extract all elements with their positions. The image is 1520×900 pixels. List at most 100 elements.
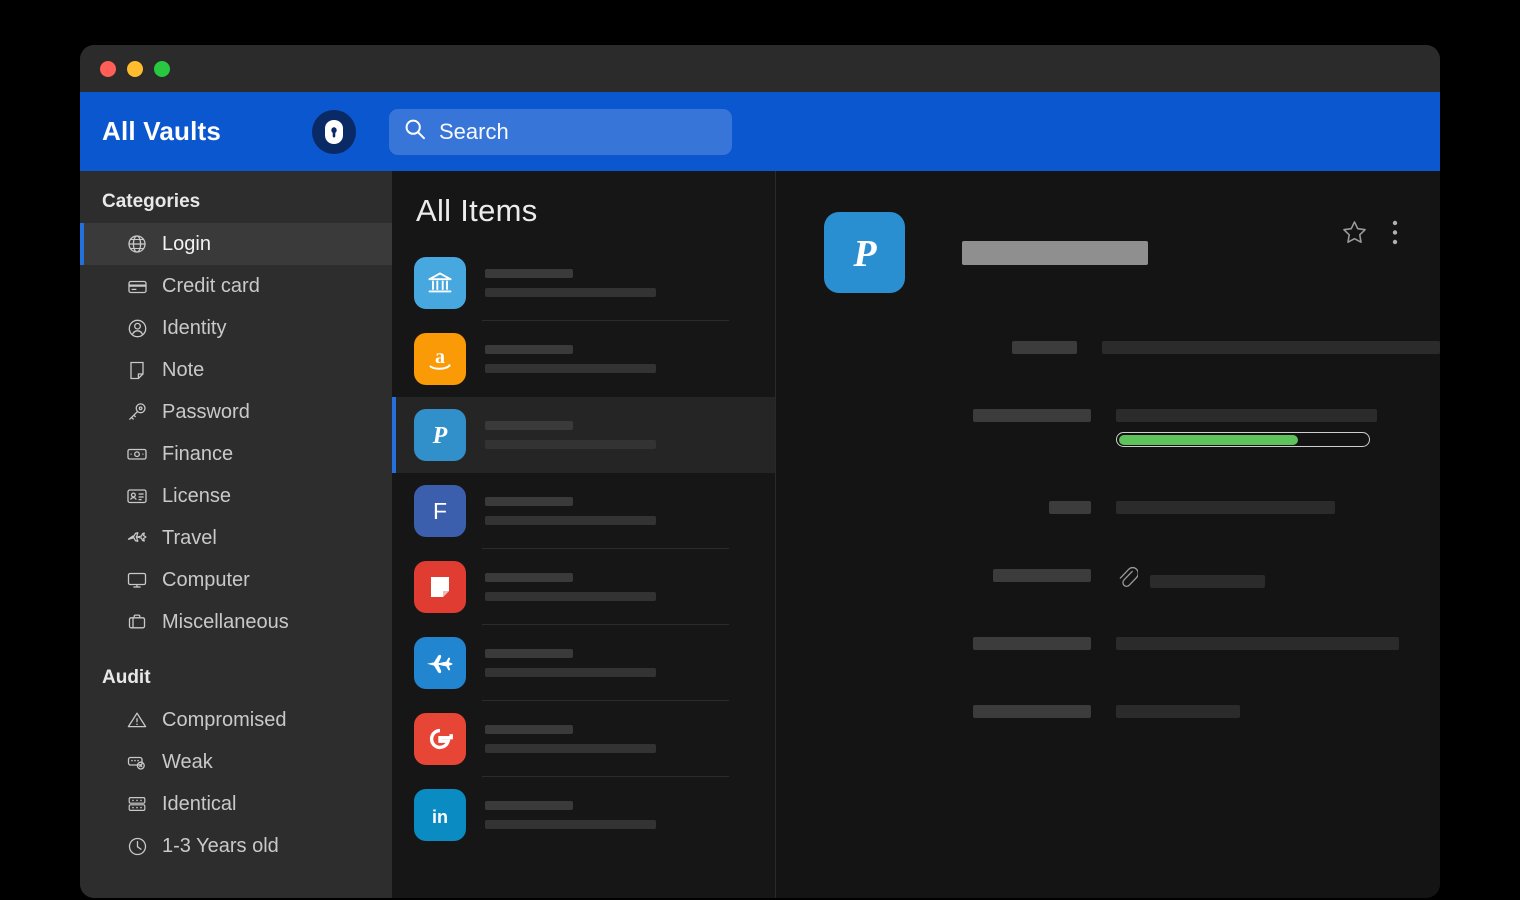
list-item[interactable]: a xyxy=(392,321,775,397)
svg-text:F: F xyxy=(433,498,447,524)
sidebar-item-label: Login xyxy=(162,232,211,255)
more-vertical-icon[interactable] xyxy=(1392,219,1398,246)
list-item[interactable]: P xyxy=(392,397,775,473)
sidebar-item-label: Finance xyxy=(162,442,234,465)
screen-root: All Vaults Search Categories Login Credi… xyxy=(0,0,1520,900)
note-icon xyxy=(126,359,148,381)
svg-text:in: in xyxy=(432,807,448,827)
sidebar-item-travel[interactable]: Travel xyxy=(80,517,392,559)
redacted-text xyxy=(485,421,656,449)
field-label-wrap xyxy=(796,563,1116,582)
sidebar-item-label: Weak xyxy=(162,750,213,773)
list-item[interactable] xyxy=(392,245,775,321)
search-icon xyxy=(404,118,426,145)
field-value-redacted xyxy=(1150,575,1265,588)
app-window: All Vaults Search Categories Login Credi… xyxy=(80,45,1440,898)
app-toolbar: All Vaults Search xyxy=(80,92,1440,171)
amazon-icon: a xyxy=(414,333,466,385)
list-item[interactable] xyxy=(392,625,775,701)
person-circle-icon xyxy=(126,317,148,339)
sidebar-item-label: Credit card xyxy=(162,274,260,297)
sidebar-item-identity[interactable]: Identity xyxy=(80,307,392,349)
detail-field-row[interactable] xyxy=(796,403,1440,495)
window-titlebar xyxy=(80,45,1440,92)
warning-triangle-icon xyxy=(126,709,148,731)
paperclip-icon[interactable] xyxy=(1116,565,1139,594)
google-icon xyxy=(414,713,466,765)
redacted-text xyxy=(485,269,656,297)
field-value-redacted xyxy=(1116,637,1399,650)
field-label-wrap xyxy=(796,403,1116,422)
sidebar-item-label: Identical xyxy=(162,792,237,815)
sidebar-item-weak[interactable]: Weak xyxy=(80,741,392,783)
banknote-icon xyxy=(126,443,148,465)
field-label-redacted xyxy=(1049,501,1091,514)
close-button[interactable] xyxy=(100,60,116,77)
minimize-button[interactable] xyxy=(127,60,143,77)
field-label-wrap xyxy=(796,495,1116,514)
detail-field-row[interactable] xyxy=(796,631,1440,699)
item-list-title: All Items xyxy=(416,193,538,228)
sidebar-item-finance[interactable]: Finance xyxy=(80,433,392,475)
note-app-icon xyxy=(414,561,466,613)
sidebar-item-note[interactable]: Note xyxy=(80,349,392,391)
field-value-wrap xyxy=(1116,699,1240,718)
field-value-redacted xyxy=(1116,705,1240,718)
list-item[interactable]: F xyxy=(392,473,775,549)
svg-text:P: P xyxy=(852,233,877,275)
sidebar-item-label: Identity xyxy=(162,316,227,339)
clock-icon xyxy=(126,835,148,857)
sidebar-item-login[interactable]: Login xyxy=(80,223,392,265)
list-item[interactable] xyxy=(392,701,775,777)
sidebar-item-password[interactable]: Password xyxy=(80,391,392,433)
paypal-icon: P xyxy=(414,409,466,461)
detail-field-row[interactable] xyxy=(796,699,1440,767)
item-detail-panel: P xyxy=(776,171,1440,898)
sidebar: Categories Login Credit card Identity No… xyxy=(80,171,392,898)
field-value-wrap xyxy=(1116,631,1399,650)
app-body: Categories Login Credit card Identity No… xyxy=(80,171,1440,898)
detail-fields xyxy=(776,335,1440,767)
redacted-text xyxy=(485,725,656,753)
redacted-text xyxy=(485,345,656,373)
monitor-icon xyxy=(126,569,148,591)
briefcase-icon xyxy=(126,611,148,633)
sidebar-item-identical[interactable]: Identical xyxy=(80,783,392,825)
field-label-redacted xyxy=(973,637,1091,650)
search-input[interactable]: Search xyxy=(389,108,732,155)
redacted-text xyxy=(485,497,656,525)
redacted-text xyxy=(485,649,656,677)
sidebar-item-credit-card[interactable]: Credit card xyxy=(80,265,392,307)
item-title-redacted xyxy=(962,241,1148,265)
sidebar-item-miscellaneous[interactable]: Miscellaneous xyxy=(80,601,392,643)
password-strength-fill xyxy=(1118,434,1298,445)
detail-field-row[interactable] xyxy=(796,563,1440,631)
categories-heading: Categories xyxy=(102,191,201,212)
airplane-app-icon xyxy=(414,637,466,689)
1password-lock-icon[interactable] xyxy=(312,109,356,154)
field-value-redacted xyxy=(1102,341,1440,354)
field-label-wrap xyxy=(796,631,1116,650)
svg-text:P: P xyxy=(432,423,448,449)
airplane-icon xyxy=(126,527,148,549)
list-item[interactable]: in xyxy=(392,777,775,853)
sidebar-item-1-3-years-old[interactable]: 1-3 Years old xyxy=(80,825,392,867)
detail-field-row[interactable] xyxy=(796,335,1440,403)
key-icon xyxy=(126,401,148,423)
star-outline-icon[interactable] xyxy=(1341,219,1368,246)
identical-icon xyxy=(126,793,148,815)
item-list: a P F in xyxy=(392,245,775,853)
zoom-button[interactable] xyxy=(154,60,170,77)
field-label-wrap xyxy=(796,335,1102,354)
sidebar-item-computer[interactable]: Computer xyxy=(80,559,392,601)
linkedin-icon: in xyxy=(414,789,466,841)
sidebar-item-label: Compromised xyxy=(162,708,287,731)
sidebar-item-compromised[interactable]: Compromised xyxy=(80,699,392,741)
field-value-redacted xyxy=(1116,409,1377,422)
vault-title: All Vaults xyxy=(102,116,222,146)
sidebar-item-license[interactable]: License xyxy=(80,475,392,517)
globe-icon xyxy=(126,233,148,255)
detail-field-row[interactable] xyxy=(796,495,1440,563)
list-item[interactable] xyxy=(392,549,775,625)
field-value-wrap xyxy=(1116,403,1377,447)
